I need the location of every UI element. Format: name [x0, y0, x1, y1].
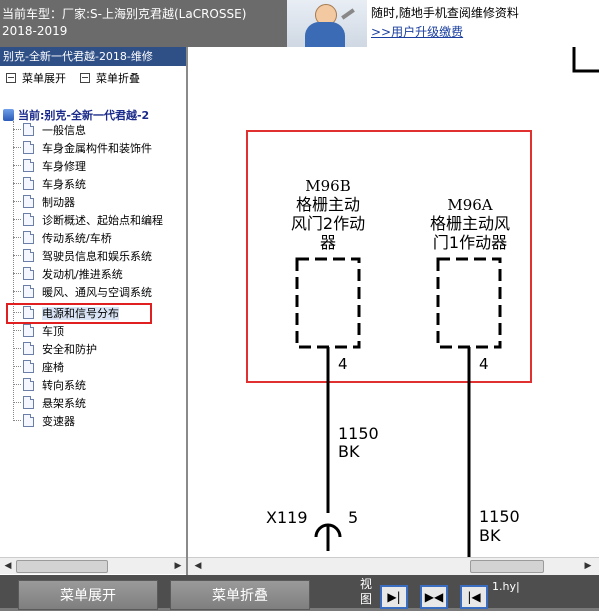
tree-item[interactable]: 车身修理: [13, 158, 86, 176]
collapse-menu-bottom-button[interactable]: 菜单折叠: [170, 580, 310, 610]
panel-toolbar: 菜单展开 菜单折叠: [0, 68, 186, 86]
document-icon: [23, 285, 34, 298]
wiring-diagram-view[interactable]: M96B 格栅主动 风门2作动 器 4 M96A 格栅主动风 门1作动器 4 1…: [188, 47, 599, 557]
wire-left-color: BK: [338, 442, 360, 461]
expand-menu-bottom-button[interactable]: 菜单展开: [18, 580, 158, 610]
view-label: 视图: [360, 577, 373, 606]
previous-page-button[interactable]: |◀: [460, 585, 488, 609]
tree-item[interactable]: 一般信息: [13, 122, 86, 140]
scroll-left-arrow-icon[interactable]: ◀: [2, 560, 14, 572]
file-label: 1.hy|: [492, 580, 520, 593]
component-a-pin: 4: [479, 355, 489, 373]
component-b-code: M96B: [305, 177, 350, 195]
scroll-left-arrow-icon[interactable]: ◀: [192, 560, 204, 572]
document-icon: [23, 231, 34, 244]
scroll-thumb[interactable]: [16, 560, 108, 573]
vehicle-years: 2018-2019: [2, 24, 68, 38]
component-b-name-3: 器: [320, 233, 336, 252]
tree-item[interactable]: 车身系统: [13, 176, 86, 194]
tree-item[interactable]: 制动器: [13, 194, 75, 212]
tree-item[interactable]: 安全和防护: [13, 341, 97, 359]
tree-item[interactable]: 发动机/推进系统: [13, 266, 123, 284]
diagram-horizontal-scrollbar[interactable]: ◀ ▶: [188, 557, 599, 576]
document-icon: [23, 378, 34, 391]
vehicle-line: 当前车型：厂家:S-上海别克君越(LaCROSSE): [2, 7, 247, 21]
fit-view-button[interactable]: ▶◀: [420, 585, 448, 609]
component-a-name-1: 格栅主动风: [430, 214, 510, 233]
ad-banner[interactable]: 随时,随地手机查阅维修资料 >>用户升级缴费: [287, 0, 599, 47]
tree-item[interactable]: 车顶: [13, 323, 64, 341]
tree-item[interactable]: 悬架系统: [13, 395, 86, 413]
tree-item[interactable]: 座椅: [13, 359, 64, 377]
title-bar: 当前车型：厂家:S-上海别克君越(LaCROSSE) 2018-2019 随时,…: [0, 0, 599, 47]
tree-item[interactable]: 传动系统/车桥: [13, 230, 112, 248]
component-b-body: [295, 257, 361, 349]
collapse-icon: [80, 73, 90, 83]
document-icon: [23, 360, 34, 373]
document-icon: [23, 249, 34, 262]
component-b-pin: 4: [338, 355, 348, 373]
component-a-code: M96A: [447, 196, 492, 214]
selection-highlight: [6, 303, 152, 324]
tree-item[interactable]: 变速器: [13, 413, 75, 431]
wire-right-color: BK: [479, 526, 501, 545]
next-page-button[interactable]: ▶|: [380, 585, 408, 609]
component-highlight-box: [246, 130, 532, 383]
document-icon: [23, 213, 34, 226]
panel-title: 别克-全新一代君越-2018-维修: [0, 47, 186, 66]
tree-horizontal-scrollbar[interactable]: ◀ ▶: [0, 557, 186, 574]
tree-root[interactable]: 当前:别克-全新一代君越-2: [3, 107, 149, 123]
wire-left-circuit: 1150: [338, 424, 379, 443]
expand-menu-button[interactable]: 菜单展开: [6, 70, 66, 86]
document-icon: [23, 123, 34, 136]
upgrade-link[interactable]: >>用户升级缴费: [371, 23, 463, 40]
document-icon: [23, 414, 34, 427]
tree-item[interactable]: 诊断概述、起始点和编程: [13, 212, 163, 230]
scroll-right-arrow-icon[interactable]: ▶: [172, 560, 184, 572]
tree-item[interactable]: 驾驶员信息和娱乐系统: [13, 248, 152, 266]
document-icon: [23, 195, 34, 208]
mechanic-illustration: [287, 0, 367, 47]
document-icon: [23, 159, 34, 172]
navigation-panel: 别克-全新一代君越-2018-维修 菜单展开 菜单折叠 当前:别克-全新一代君越…: [0, 47, 188, 575]
component-b-name-2: 风门2作动: [291, 214, 365, 233]
document-icon: [23, 324, 34, 337]
component-a-body: [436, 257, 502, 349]
document-icon: [23, 342, 34, 355]
component-a-name-2: 门1作动器: [433, 233, 507, 252]
tree-item[interactable]: 转向系统: [13, 377, 86, 395]
ad-text: 随时,随地手机查阅维修资料: [371, 6, 519, 20]
connector-pin: 5: [348, 508, 358, 527]
document-icon: [23, 177, 34, 190]
tree-item[interactable]: 车身金属构件和装饰件: [13, 140, 152, 158]
scroll-right-arrow-icon[interactable]: ▶: [582, 560, 594, 572]
component-b-name-1: 格栅主动: [296, 195, 360, 214]
vehicle-info: 当前车型：厂家:S-上海别克君越(LaCROSSE) 2018-2019: [2, 6, 246, 40]
wire-right-circuit: 1150: [479, 507, 520, 526]
book-icon: [3, 109, 14, 121]
document-icon: [23, 267, 34, 280]
scroll-thumb[interactable]: [470, 560, 544, 573]
document-icon: [23, 396, 34, 409]
collapse-menu-button[interactable]: 菜单折叠: [80, 70, 140, 86]
wiring-diagram: M96B 格栅主动 风门2作动 器 4 M96A 格栅主动风 门1作动器 4 1…: [246, 47, 599, 557]
document-icon: [23, 141, 34, 154]
bottom-toolbar: 菜单展开 菜单折叠 视图 ▶| ▶◀ |◀ 1.hy|: [0, 575, 599, 610]
tree-item[interactable]: 暖风、通风与空调系统: [13, 284, 152, 302]
expand-icon: [6, 73, 16, 83]
connector-name: X119: [266, 508, 308, 527]
diagram-fragment: [572, 47, 599, 73]
